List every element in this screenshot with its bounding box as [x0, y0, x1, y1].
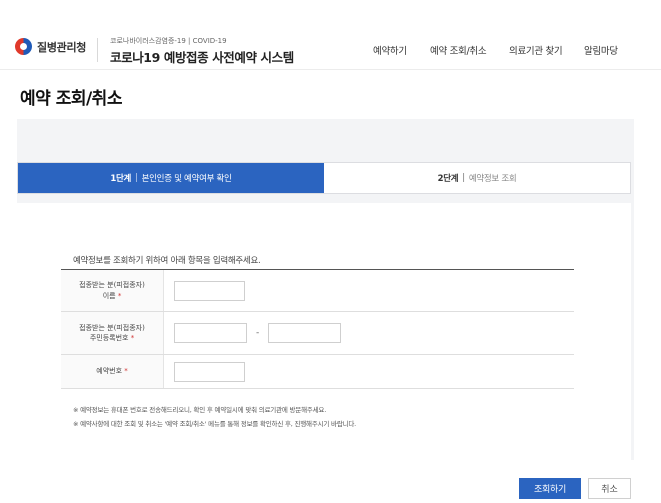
step-2: 2단계 | 예약정보 조회: [324, 163, 630, 193]
reservation-number-input[interactable]: [174, 361, 245, 382]
guide-text: 예약정보를 조회하기 위하여 아래 항목을 입력해주세요.: [73, 256, 261, 266]
required-mark: *: [124, 367, 128, 376]
step-separator: |: [462, 173, 465, 183]
lookup-form: 접종받는 분(피접종자) 이름 * 접종받는 분(피접종자) 주민등록번호 * …: [61, 269, 574, 389]
form-row-reservation: 예약번호 *: [61, 355, 574, 389]
rrn-front-input[interactable]: [174, 323, 247, 343]
search-button[interactable]: 조회하기: [519, 478, 581, 499]
name-label-line1: 접종받는 분(피접종자): [79, 281, 145, 289]
reservation-field-cell: [164, 355, 574, 388]
nav-notice[interactable]: 알림마당: [584, 43, 618, 57]
required-mark: *: [117, 291, 122, 300]
rrn-label-line1: 접종받는 분(피접종자): [79, 323, 145, 332]
rrn-back-input[interactable]: [268, 323, 342, 343]
name-field-cell: [164, 270, 574, 311]
notice-item: ※ 예약사항에 대한 조회 및 취소는 '예약 조회/취소' 메뉴를 통해 정보…: [73, 420, 357, 428]
kdca-logo[interactable]: 질병관리청: [15, 38, 86, 55]
reservation-label: 예약번호 *: [61, 355, 164, 388]
reservation-label-text: 예약번호 *: [96, 367, 128, 376]
name-input[interactable]: [174, 280, 245, 301]
cancel-button[interactable]: 취소: [588, 478, 631, 499]
nav-find-hospital[interactable]: 의료기관 찾기: [509, 43, 563, 57]
header-divider: [97, 38, 98, 62]
step-1: 1단계 | 본인인증 및 예약여부 확인: [18, 163, 324, 193]
step-separator: |: [135, 173, 138, 183]
step-2-number: 2단계: [437, 174, 459, 184]
rrn-field-cell: -: [164, 312, 574, 354]
step-indicator: 1단계 | 본인인증 및 예약여부 확인 2단계 | 예약정보 조회: [17, 162, 631, 194]
system-title[interactable]: 코로나19 예방접종 사전예약 시스템: [110, 47, 294, 66]
step-1-desc: 본인인증 및 예약여부 확인: [141, 174, 232, 184]
notice-item: ※ 예약정보는 휴대폰 번호로 전송해드리오니, 확인 후 예약일시에 맞춰 의…: [73, 406, 327, 414]
site-header: 질병관리청 코로나바이러스감염증-19 | COVID-19 코로나19 예방접…: [0, 0, 661, 70]
required-mark: *: [130, 334, 135, 342]
rrn-dash: -: [256, 328, 260, 338]
page-title: 예약 조회/취소: [20, 89, 122, 109]
nav-reserve[interactable]: 예약하기: [373, 43, 407, 57]
step-2-desc: 예약정보 조회: [468, 174, 517, 184]
step-1-number: 1단계: [110, 174, 132, 184]
kdca-emblem-icon: [15, 38, 32, 55]
nav-lookup-cancel[interactable]: 예약 조회/취소: [430, 43, 487, 57]
rrn-label: 접종받는 분(피접종자) 주민등록번호 *: [61, 312, 164, 354]
notice-list: ※ 예약정보는 휴대폰 번호로 전송해드리오니, 확인 후 예약일시에 맞춰 의…: [73, 403, 356, 431]
rrn-label-line2: 주민등록번호 *: [89, 334, 135, 342]
name-label: 접종받는 분(피접종자) 이름 *: [61, 270, 164, 311]
name-label-line2: 이름 *: [102, 291, 122, 300]
form-row-rrn: 접종받는 분(피접종자) 주민등록번호 * -: [61, 312, 574, 355]
logo-text: 질병관리청: [37, 40, 87, 54]
form-row-name: 접종받는 분(피접종자) 이름 *: [61, 270, 574, 312]
system-subtitle: 코로나바이러스감염증-19 | COVID-19: [110, 37, 227, 45]
